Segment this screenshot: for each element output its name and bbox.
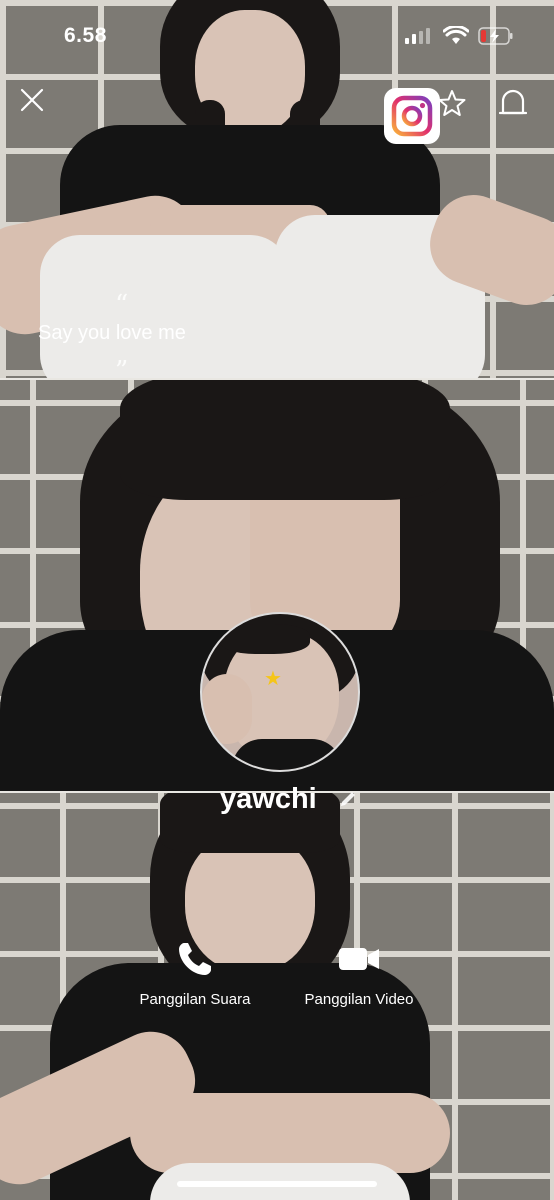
status-time: 6.58 — [64, 24, 107, 47]
instagram-icon[interactable] — [384, 88, 440, 144]
status-message[interactable]: Say you love me — [38, 322, 186, 345]
profile-avatar[interactable]: ★ — [200, 612, 360, 772]
video-call-button[interactable]: Panggilan Video — [274, 940, 444, 1008]
star-sticker-icon: ★ — [264, 668, 282, 690]
battery-charging-icon — [478, 27, 513, 45]
cellular-signal-icon — [405, 28, 430, 44]
quote-close: ” — [115, 356, 129, 386]
voice-call-button[interactable]: Panggilan Suara — [110, 940, 280, 1008]
status-bar: 6.58 — [0, 22, 554, 52]
bell-icon[interactable] — [499, 88, 527, 118]
video-call-label: Panggilan Video — [304, 991, 414, 1008]
home-indicator[interactable] — [177, 1181, 377, 1187]
phone-icon — [179, 943, 211, 975]
voice-call-label: Panggilan Suara — [139, 991, 251, 1008]
wifi-icon — [443, 26, 469, 44]
profile-name: yawchi — [220, 783, 317, 815]
pencil-icon[interactable] — [339, 790, 357, 808]
video-camera-icon — [339, 948, 379, 970]
quote-open: “ — [115, 290, 129, 320]
close-icon[interactable] — [20, 88, 44, 112]
star-icon[interactable] — [438, 89, 466, 117]
